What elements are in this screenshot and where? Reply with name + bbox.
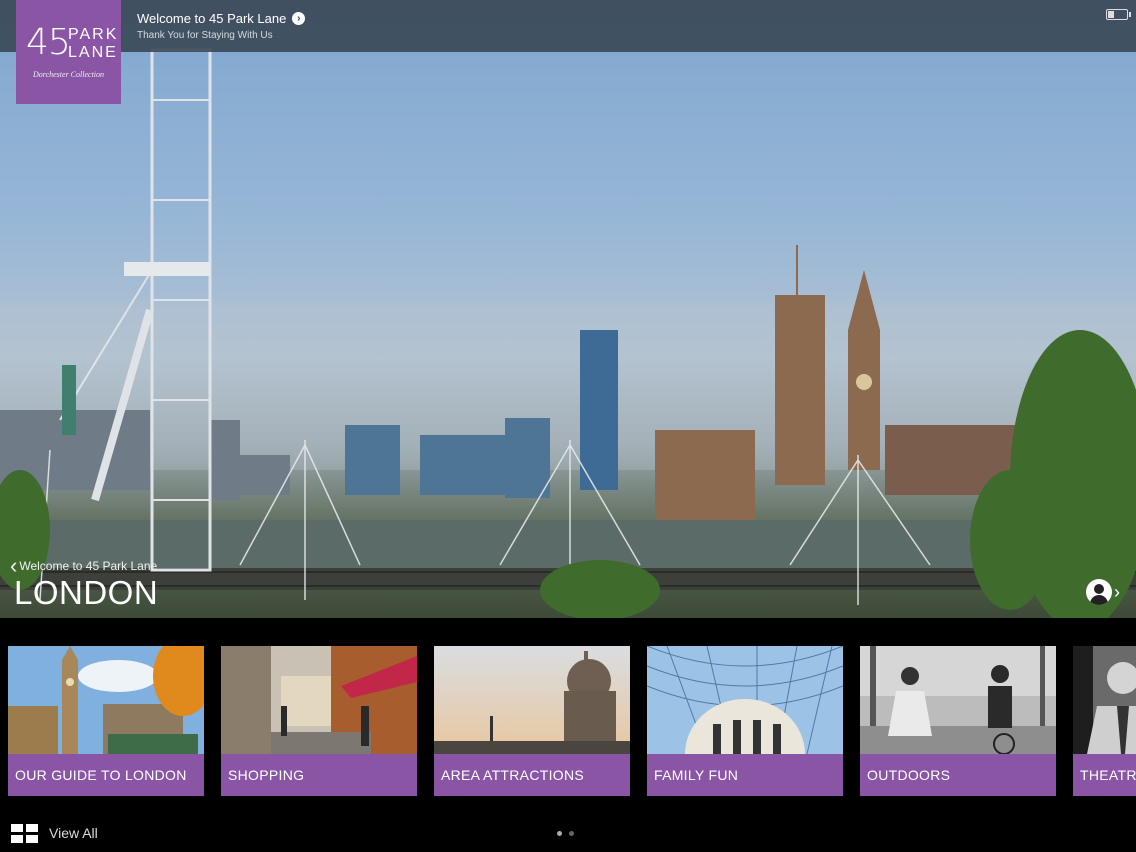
- page-dot-1[interactable]: [557, 831, 562, 836]
- card-image: [221, 646, 417, 754]
- logo-number: 45: [26, 22, 71, 63]
- card-image: [860, 646, 1056, 754]
- card-label: OUR GUIDE TO LONDON: [8, 754, 204, 796]
- user-profile-icon: [1086, 579, 1112, 605]
- top-bar: [0, 0, 1136, 52]
- card-shopping[interactable]: SHOPPING: [221, 646, 417, 796]
- profile-button[interactable]: ›: [1086, 579, 1120, 605]
- battery-level: [1108, 11, 1114, 18]
- card-area-attractions[interactable]: AREA ATTRACTIONS: [434, 646, 630, 796]
- view-all-button[interactable]: View All: [49, 825, 98, 841]
- grid-view-icon[interactable]: [11, 824, 38, 844]
- card-image: [1073, 646, 1136, 754]
- page-indicator[interactable]: [557, 831, 574, 836]
- arrow-right-circle-icon: ›: [292, 12, 306, 25]
- welcome-title: Welcome to 45 Park Lane: [137, 11, 287, 26]
- hotel-logo[interactable]: 45 PARK LANE Dorchester Collection: [16, 0, 121, 104]
- breadcrumb-label: Welcome to 45 Park Lane: [19, 559, 158, 573]
- chevron-right-icon: ›: [1114, 581, 1120, 602]
- card-our-guide-to-london[interactable]: OUR GUIDE TO LONDON: [8, 646, 204, 796]
- page-dot-2[interactable]: [569, 831, 574, 836]
- chevron-left-icon: ‹: [10, 553, 18, 578]
- card-label: FAMILY FUN: [647, 754, 843, 796]
- card-image: [8, 646, 204, 754]
- logo-word: PARK LANE: [68, 26, 119, 61]
- footer-bar: View All: [0, 808, 1136, 852]
- london-skyline-illustration: [0, 48, 1136, 618]
- category-carousel[interactable]: OUR GUIDE TO LONDON SHOPPING AREA ATTRAC…: [0, 618, 1136, 808]
- card-label: OUTDOORS: [860, 754, 1056, 796]
- welcome-link[interactable]: Welcome to 45 Park Lane ›: [137, 11, 306, 26]
- card-image: [434, 646, 630, 754]
- card-label: THEATRE: [1073, 754, 1136, 796]
- welcome-subtitle: Thank You for Staying With Us: [137, 30, 273, 41]
- battery-icon: [1106, 9, 1131, 20]
- page-title: LONDON: [14, 574, 159, 611]
- logo-subtitle: Dorchester Collection: [32, 70, 105, 79]
- card-family-fun[interactable]: FAMILY FUN: [647, 646, 843, 796]
- back-breadcrumb[interactable]: ‹ Welcome to 45 Park Lane: [10, 553, 158, 578]
- card-label: SHOPPING: [221, 754, 417, 796]
- hero-banner: [0, 0, 1136, 618]
- card-label: AREA ATTRACTIONS: [434, 754, 630, 796]
- card-theatre[interactable]: THEATRE: [1073, 646, 1136, 796]
- card-image: [647, 646, 843, 754]
- card-outdoors[interactable]: OUTDOORS: [860, 646, 1056, 796]
